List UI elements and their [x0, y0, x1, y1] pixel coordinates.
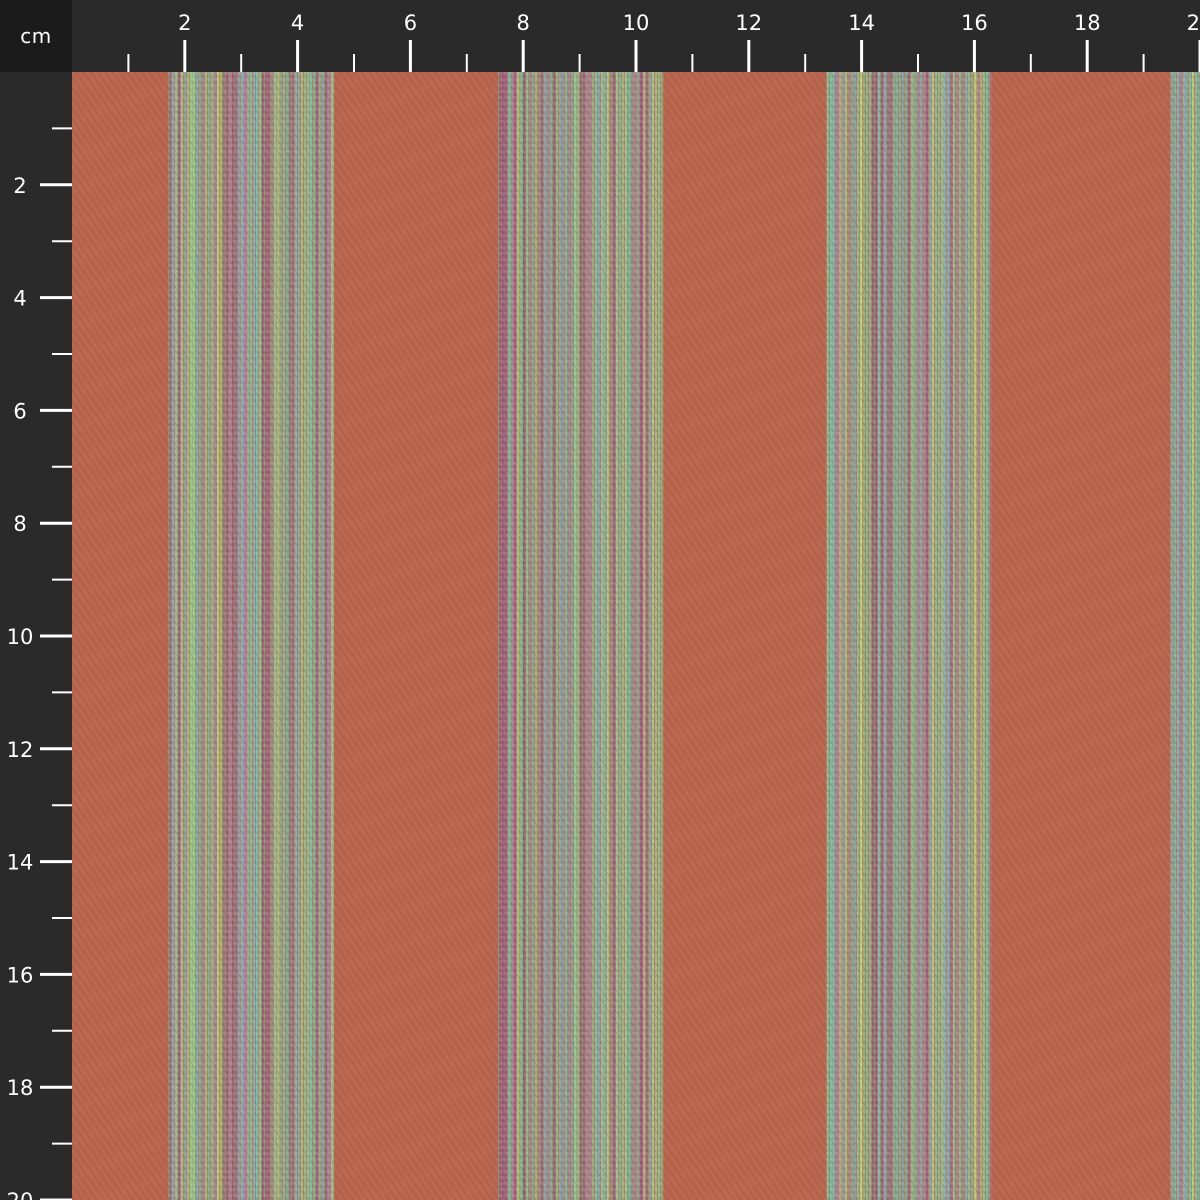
- top-ruler-label: 18: [1074, 11, 1101, 35]
- top-ruler-label: 10: [623, 11, 650, 35]
- top-ruler-label: 6: [404, 11, 417, 35]
- left-ruler-scale: 2 4 6 8 10 12 14 16 18 20: [7, 127, 72, 1200]
- top-ruler-label: 2: [178, 11, 191, 35]
- top-ruler-label: 14: [848, 11, 875, 35]
- left-ruler-label: 18: [7, 1076, 34, 1100]
- left-ruler-label: 14: [7, 851, 34, 875]
- top-ruler-scale: 2 4 6 8 10 12 14 16 18 20: [127, 11, 1200, 72]
- top-ruler-label: 20: [1187, 11, 1200, 35]
- top-ruler: 2 4 6 8 10 12 14 16 18 20: [72, 0, 1200, 72]
- left-ruler-label: 12: [7, 738, 34, 762]
- left-ruler: 2 4 6 8 10 12 14 16 18 20: [0, 72, 72, 1200]
- top-ruler-label: 4: [291, 11, 304, 35]
- top-ruler-label: 8: [517, 11, 530, 35]
- fabric-texture: [72, 72, 1200, 1200]
- left-ruler-label: 8: [13, 512, 26, 536]
- ruler-unit-label: cm: [0, 0, 72, 72]
- fabric-swatch-image: [72, 72, 1200, 1200]
- top-ruler-label: 16: [961, 11, 988, 35]
- left-ruler-label: 16: [7, 963, 34, 987]
- left-ruler-label: 2: [13, 174, 26, 198]
- left-ruler-label: 6: [13, 399, 26, 423]
- left-ruler-label: 10: [7, 625, 34, 649]
- left-ruler-label: 4: [13, 287, 26, 311]
- top-ruler-label: 12: [735, 11, 762, 35]
- striped-fabric: [72, 72, 1200, 1200]
- left-ruler-label: 20: [7, 1189, 34, 1200]
